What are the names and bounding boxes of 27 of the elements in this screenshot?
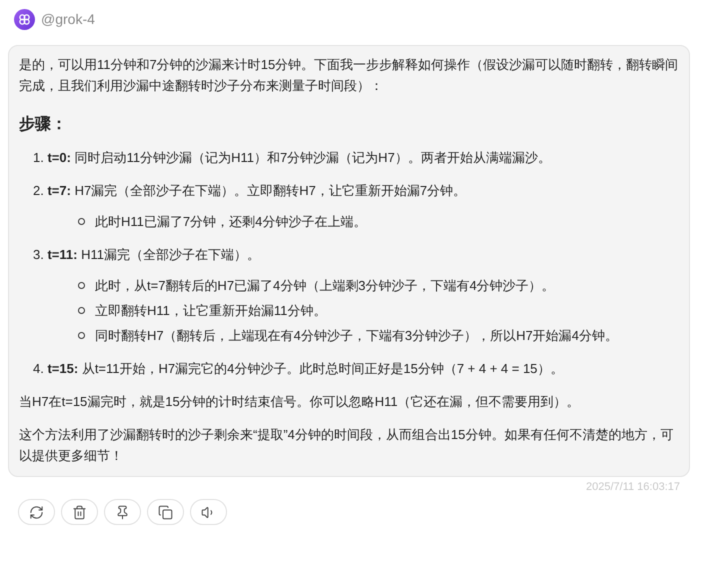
author-name: @grok-4 bbox=[41, 11, 95, 27]
copy-button[interactable] bbox=[147, 499, 184, 525]
bullet-icon bbox=[78, 332, 85, 339]
step-text: 4. t=15: 从t=11开始，H7漏完它的4分钟沙子。此时总时间正好是15分钟（7 + 4 + 4 = 15）。 bbox=[33, 360, 564, 378]
pin-icon bbox=[115, 504, 130, 520]
trash-icon bbox=[72, 504, 87, 520]
note-text: 立即翻转H11，让它重新开始漏11分钟。 bbox=[95, 302, 326, 320]
refresh-icon bbox=[29, 504, 44, 520]
delete-button[interactable] bbox=[61, 499, 98, 525]
intro-text: 是的，可以用11分钟和7分钟的沙漏来计时15分钟。下面我一步步解释如何操作（假设沙漏可以随时翻转，翻转瞬间完成，且我们利用沙漏中途翻转时沙子分布来测量子时间段）： bbox=[19, 56, 679, 95]
note-text: 同时翻转H7（翻转后，上端现在有4分钟沙子，下端有3分钟沙子），所以H7开始漏4分钟。 bbox=[95, 327, 618, 345]
paragraph-text: 这个方法利用了沙漏翻转时的沙子剩余来“提取”4分钟的时间段，从而组合出15分钟。如果有任何不清楚的地方，可以提供更多细节！ bbox=[19, 426, 674, 465]
read-aloud-button[interactable] bbox=[190, 499, 227, 525]
note-text: 此时，从t=7翻转后的H7已漏了4分钟（上端剩3分钟沙子，下端有4分钟沙子）。 bbox=[95, 277, 555, 295]
regenerate-button[interactable] bbox=[18, 499, 55, 525]
pin-button[interactable] bbox=[104, 499, 141, 525]
bullet-icon bbox=[78, 218, 85, 225]
bullet-icon bbox=[78, 307, 85, 314]
avatar-icon bbox=[14, 8, 35, 30]
section-heading: 步骤： bbox=[19, 114, 68, 135]
note-text: 此时H11已漏了7分钟，还剩4分钟沙子在上端。 bbox=[95, 213, 366, 231]
copy-icon bbox=[158, 504, 173, 520]
step-text: 3. t=11: H11漏完（全部沙子在下端）。 bbox=[33, 246, 261, 264]
bullet-icon bbox=[78, 282, 85, 289]
step-text: 1. t=0: 同时启动11分钟沙漏（记为H11）和7分钟沙漏（记为H7）。两者开始从满端漏沙。 bbox=[33, 149, 552, 167]
step-text: 2. t=7: H7漏完（全部沙子在下端）。立即翻转H7，让它重新开始漏7分钟。 bbox=[33, 182, 468, 200]
paragraph-text: 当H7在t=15漏完时，就是15分钟的计时结束信号。你可以忽略H11（它还在漏，但不需要用到）。 bbox=[19, 393, 581, 411]
